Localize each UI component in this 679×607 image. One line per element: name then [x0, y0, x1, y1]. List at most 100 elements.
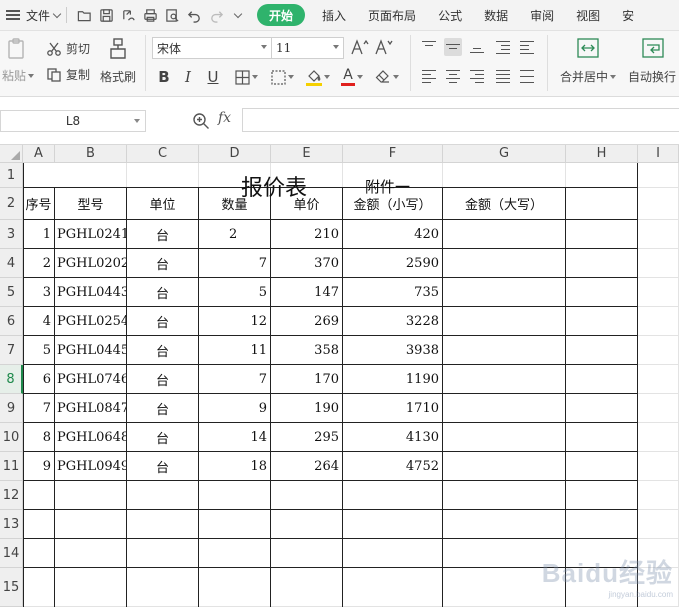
- table-cell[interactable]: 4752: [343, 452, 442, 480]
- column-header[interactable]: H: [566, 145, 638, 163]
- table-cell[interactable]: 7: [199, 365, 270, 393]
- table-cell[interactable]: 台: [127, 307, 198, 335]
- borders-button[interactable]: [230, 67, 262, 87]
- table-cell[interactable]: 8: [23, 423, 54, 451]
- table-cell[interactable]: 420: [343, 220, 442, 248]
- row-header[interactable]: 1: [0, 163, 23, 188]
- table-cell[interactable]: 9: [23, 452, 54, 480]
- spreadsheet-grid[interactable]: A B C D E F G H I 1 2 3 4 5 6 7 8 9 10 11 12 13 14 15 报价表 附件一 序号 型号…: [0, 145, 679, 607]
- table-cell[interactable]: 11: [199, 336, 270, 364]
- print-icon[interactable]: [139, 4, 161, 26]
- table-cell[interactable]: 5: [199, 278, 270, 306]
- open-folder-icon[interactable]: [73, 4, 95, 26]
- table-cell[interactable]: 12: [199, 307, 270, 335]
- table-cell[interactable]: 3938: [343, 336, 442, 364]
- table-cell[interactable]: 2590: [343, 249, 442, 277]
- table-cell[interactable]: PGHL0443: [55, 278, 126, 306]
- row-header[interactable]: 10: [0, 423, 23, 452]
- table-cell[interactable]: 190: [271, 394, 342, 422]
- tab-data[interactable]: 数据: [473, 4, 519, 26]
- hamburger-menu-icon[interactable]: [6, 10, 20, 20]
- align-bottom-button[interactable]: [468, 38, 486, 56]
- tab-page-layout[interactable]: 页面布局: [357, 4, 427, 26]
- select-all-corner[interactable]: [0, 145, 23, 163]
- column-header[interactable]: D: [199, 145, 271, 163]
- decrease-font-button[interactable]: [374, 38, 394, 56]
- format-painter-button[interactable]: [106, 37, 130, 61]
- header-cell[interactable]: 单位: [127, 188, 198, 219]
- table-cell[interactable]: 7: [23, 394, 54, 422]
- table-cell[interactable]: 2: [199, 220, 270, 248]
- table-cell[interactable]: 6: [23, 365, 54, 393]
- clear-format-button[interactable]: [372, 67, 402, 87]
- merge-center-dropdown[interactable]: 合并居中: [560, 68, 617, 85]
- row-header[interactable]: 3: [0, 220, 23, 249]
- tab-review[interactable]: 审阅: [519, 4, 565, 26]
- row-header[interactable]: 2: [0, 188, 23, 220]
- table-cell[interactable]: 269: [271, 307, 342, 335]
- table-cell[interactable]: 7: [199, 249, 270, 277]
- indent-decrease-button[interactable]: [494, 38, 512, 56]
- print-preview-icon[interactable]: [161, 4, 183, 26]
- table-cell[interactable]: 358: [271, 336, 342, 364]
- header-cell[interactable]: 型号: [55, 188, 126, 219]
- row-header[interactable]: 13: [0, 510, 23, 539]
- table-cell[interactable]: PGHL0202: [55, 249, 126, 277]
- table-cell[interactable]: PGHL0746: [55, 365, 126, 393]
- align-top-button[interactable]: [420, 38, 438, 56]
- undo-icon[interactable]: [183, 4, 205, 26]
- row-header[interactable]: 8: [0, 365, 23, 394]
- cell-style-button[interactable]: [266, 67, 298, 87]
- export-pdf-icon[interactable]: [117, 4, 139, 26]
- increase-font-button[interactable]: [350, 38, 370, 56]
- row-header[interactable]: 15: [0, 568, 23, 607]
- name-box[interactable]: L8: [0, 110, 146, 132]
- align-center-button[interactable]: [444, 67, 462, 85]
- table-cell[interactable]: PGHL0949: [55, 452, 126, 480]
- zoom-icon[interactable]: [192, 112, 210, 130]
- table-cell[interactable]: 台: [127, 220, 198, 248]
- table-cell[interactable]: 台: [127, 336, 198, 364]
- table-cell[interactable]: 台: [127, 394, 198, 422]
- auto-wrap-button[interactable]: [641, 37, 665, 59]
- distributed-align-button[interactable]: [518, 67, 536, 85]
- column-header[interactable]: G: [443, 145, 566, 163]
- save-icon[interactable]: [95, 4, 117, 26]
- bold-button[interactable]: B: [154, 67, 174, 87]
- column-header[interactable]: I: [638, 145, 679, 163]
- tab-insert[interactable]: 插入: [311, 4, 357, 26]
- align-right-button[interactable]: [468, 67, 486, 85]
- table-cell[interactable]: 台: [127, 365, 198, 393]
- table-cell[interactable]: 4130: [343, 423, 442, 451]
- row-header[interactable]: 11: [0, 452, 23, 481]
- tab-formulas[interactable]: 公式: [427, 4, 473, 26]
- table-cell[interactable]: 3228: [343, 307, 442, 335]
- table-cell[interactable]: 147: [271, 278, 342, 306]
- table-cell[interactable]: 5: [23, 336, 54, 364]
- font-size-select[interactable]: 11: [272, 37, 344, 59]
- row-header[interactable]: 12: [0, 481, 23, 510]
- table-cell[interactable]: 台: [127, 278, 198, 306]
- justify-button[interactable]: [494, 67, 512, 85]
- fill-color-button[interactable]: [302, 67, 334, 87]
- merge-center-button[interactable]: [576, 37, 600, 59]
- table-cell[interactable]: PGHL0648: [55, 423, 126, 451]
- customize-toolbar-icon[interactable]: [227, 4, 249, 26]
- indent-increase-button[interactable]: [518, 38, 536, 56]
- fx-label[interactable]: fx: [218, 110, 231, 126]
- row-header[interactable]: 4: [0, 249, 23, 278]
- table-cell[interactable]: 2: [23, 249, 54, 277]
- table-cell[interactable]: 台: [127, 249, 198, 277]
- table-cell[interactable]: 370: [271, 249, 342, 277]
- row-header[interactable]: 9: [0, 394, 23, 423]
- header-cell[interactable]: 金额（大写）: [443, 188, 565, 219]
- cut-button[interactable]: 剪切: [46, 40, 90, 57]
- file-menu[interactable]: 文件: [26, 7, 62, 24]
- paste-button[interactable]: [4, 37, 28, 61]
- table-cell[interactable]: 4: [23, 307, 54, 335]
- tab-view[interactable]: 视图: [565, 4, 611, 26]
- table-cell[interactable]: PGHL0241: [55, 220, 126, 248]
- table-cell[interactable]: 台: [127, 423, 198, 451]
- table-cell[interactable]: 台: [127, 452, 198, 480]
- header-cell[interactable]: 数量: [199, 188, 270, 219]
